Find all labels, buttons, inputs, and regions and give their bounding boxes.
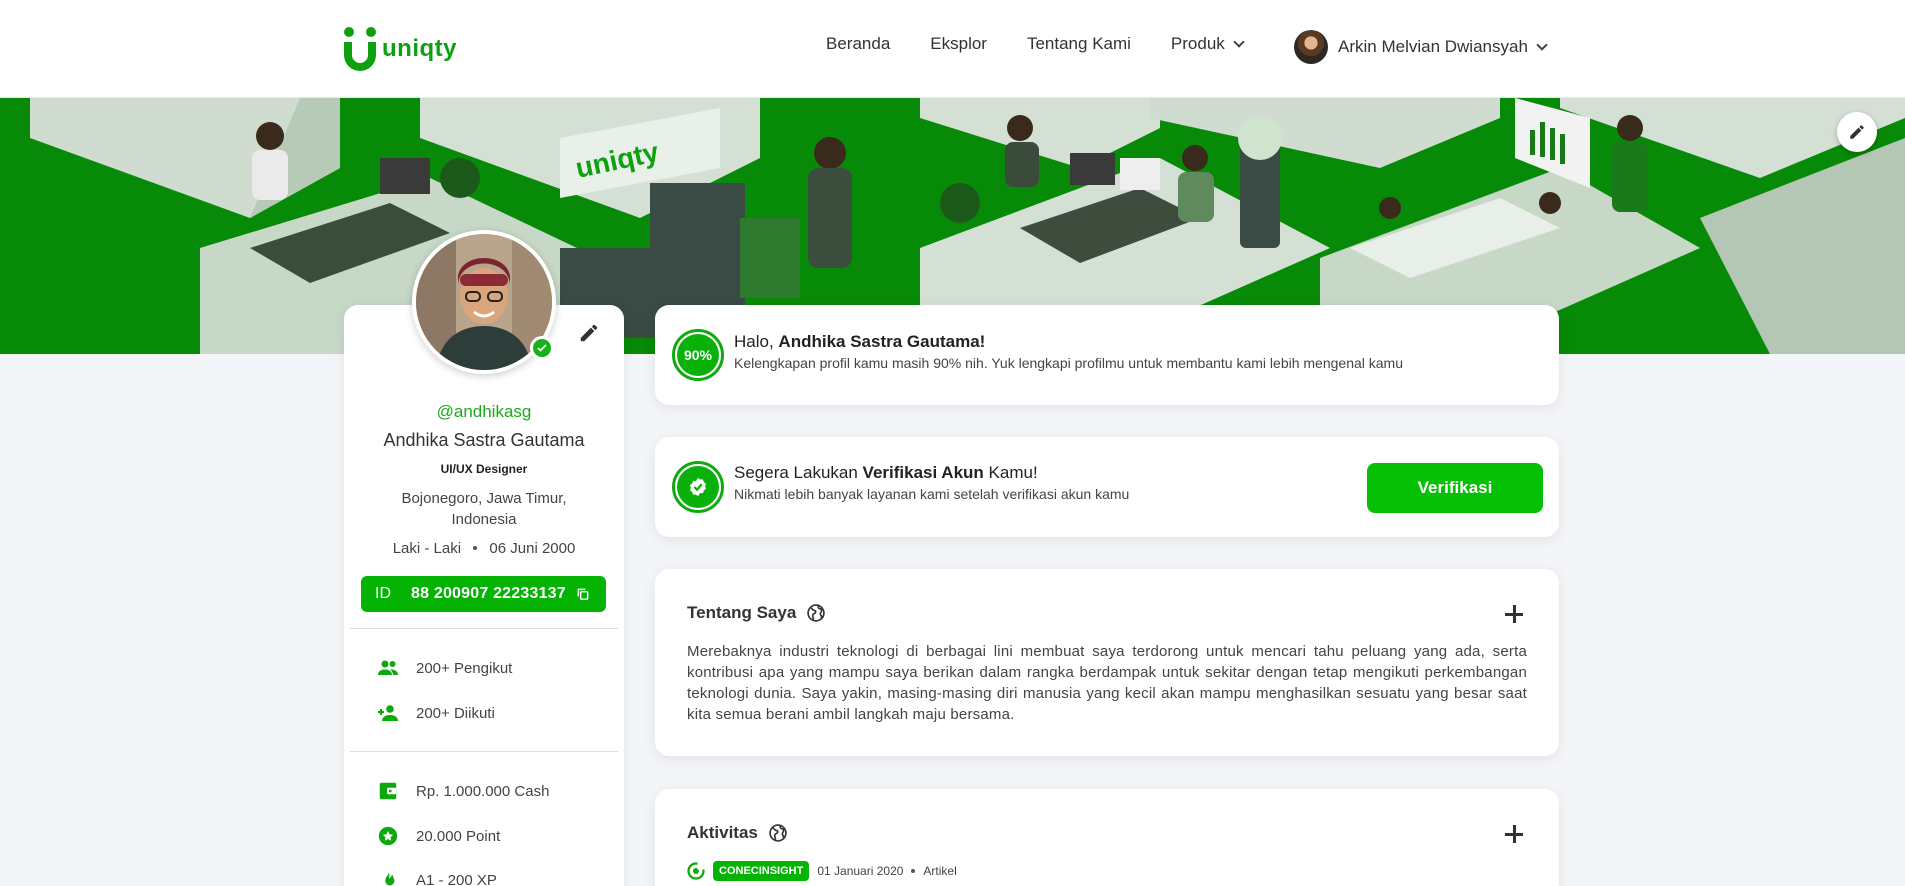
activity-title: Aktivitas — [687, 823, 758, 842]
nav-beranda[interactable]: Beranda — [826, 34, 890, 54]
person-add-icon — [376, 701, 400, 725]
chevron-down-icon — [1536, 39, 1548, 51]
completion-percent: 90% — [677, 334, 719, 376]
about-text: Merebaknya industri teknologi di berbaga… — [687, 643, 1527, 723]
completion-message: Kelengkapan profil kamu masih 90% nih. Y… — [734, 355, 1404, 371]
globe-icon — [769, 824, 787, 842]
check-icon — [537, 344, 547, 352]
profile-gender-birth: Laki - Laki 06 Juni 2000 — [344, 540, 624, 557]
verification-title-bold: Verifikasi Akun — [862, 463, 984, 482]
verify-account-button[interactable]: Verifikasi — [1367, 463, 1543, 513]
navbar: uniqty Beranda Eksplor Tentang Kami Prod… — [0, 0, 1905, 98]
brand-logo[interactable]: uniqty — [340, 24, 457, 74]
profile-location: Bojonegoro, Jawa Timur, Indonesia — [401, 490, 567, 528]
verified-shield-icon — [677, 466, 719, 508]
activity-tag: CONECINSIGHT — [713, 861, 810, 881]
profile-completion-card: 90% Halo, Andhika Sastra Gautama! Keleng… — [655, 305, 1559, 405]
chevron-down-icon — [1233, 36, 1245, 48]
xp-amount: A1 - 200 XP — [416, 871, 497, 886]
about-card: Tentang Saya Merebaknya industri teknolo… — [655, 569, 1559, 756]
followers-count: 200+ Pengikut — [416, 659, 513, 677]
verification-ring — [672, 461, 724, 513]
nav-produk-dropdown[interactable]: Produk — [1170, 34, 1245, 54]
followers-link[interactable]: 200+ Pengikut — [376, 656, 512, 680]
activity-title-row: Aktivitas — [687, 823, 788, 843]
user-menu[interactable]: Arkin Melvian Dwiansyah — [1294, 30, 1548, 64]
cash-amount: Rp. 1.000.000 Cash — [416, 782, 550, 800]
nav-tentang-kami[interactable]: Tentang Kami — [1027, 34, 1131, 54]
people-icon — [376, 656, 400, 680]
globe-icon — [807, 604, 826, 622]
star-icon — [376, 824, 400, 848]
id-number: 88 200907 22233137 — [411, 585, 566, 602]
verification-card: Segera Lakukan Verifikasi Akun Kamu! Nik… — [655, 437, 1559, 537]
following-link[interactable]: 200+ Diikuti — [376, 701, 495, 725]
flame-icon — [376, 868, 400, 886]
separator-dot — [911, 869, 916, 873]
profile-name: Andhika Sastra Gautama — [383, 430, 585, 450]
about-title-row: Tentang Saya — [687, 603, 826, 623]
activity-date: 01 Januari 2020 — [817, 864, 904, 878]
profile-gender: Laki - Laki — [392, 540, 462, 557]
following-count: 200+ Diikuti — [416, 704, 495, 722]
about-title: Tentang Saya — [687, 603, 797, 622]
divider — [350, 751, 618, 752]
activity-type: Artikel — [923, 864, 957, 878]
activity-card: Aktivitas CONECINSIGHT 01 Januari 2020 A… — [655, 789, 1559, 886]
nav-produk-label: Produk — [1170, 34, 1225, 53]
greeting-prefix: Halo, — [734, 332, 779, 351]
add-about-button[interactable] — [1505, 605, 1523, 623]
nav-links: Beranda Eksplor Tentang Kami Produk — [826, 34, 1245, 54]
verification-title-prefix: Segera Lakukan — [734, 463, 863, 482]
completion-greeting: Halo, Andhika Sastra Gautama! — [734, 332, 985, 352]
copy-icon[interactable] — [576, 587, 590, 601]
points-balance[interactable]: 20.000 Point — [376, 824, 500, 848]
brand-name: uniqty — [382, 35, 457, 62]
divider — [350, 628, 618, 629]
uniqty-logo-icon — [344, 27, 376, 71]
wallet-icon — [376, 779, 400, 803]
user-id-badge: ID 88 200907 22233137 — [361, 576, 606, 612]
verification-title-suffix: Kamu! — [983, 463, 1038, 482]
add-activity-button[interactable] — [1505, 825, 1523, 843]
verification-message: Nikmati lebih banyak layanan kami setela… — [734, 486, 1130, 502]
xp-level[interactable]: A1 - 200 XP — [376, 868, 497, 886]
edit-banner-button[interactable] — [1837, 112, 1877, 152]
profile-handle: @andhikasg — [436, 402, 532, 421]
separator-dot — [473, 546, 478, 550]
pencil-icon — [1850, 125, 1864, 139]
user-avatar — [1294, 30, 1328, 64]
points-amount: 20.000 Point — [416, 827, 501, 845]
user-name: Arkin Melvian Dwiansyah — [1338, 37, 1528, 56]
verification-title: Segera Lakukan Verifikasi Akun Kamu! — [734, 463, 1038, 483]
id-label: ID — [375, 585, 391, 602]
activity-item[interactable]: CONECINSIGHT 01 Januari 2020 Artikel — [687, 861, 957, 881]
greeting-name: Andhika Sastra Gautama! — [778, 332, 986, 351]
profile-birthdate: 06 Juni 2000 — [489, 540, 576, 557]
conecinsight-logo-icon — [687, 862, 705, 880]
edit-profile-button[interactable] — [578, 322, 602, 346]
profile-role: UI/UX Designer — [440, 462, 528, 476]
verified-badge — [530, 336, 554, 360]
cash-balance[interactable]: Rp. 1.000.000 Cash — [376, 779, 549, 803]
pencil-icon — [580, 324, 598, 342]
completion-ring: 90% — [672, 329, 724, 381]
nav-eksplor[interactable]: Eksplor — [930, 34, 987, 54]
